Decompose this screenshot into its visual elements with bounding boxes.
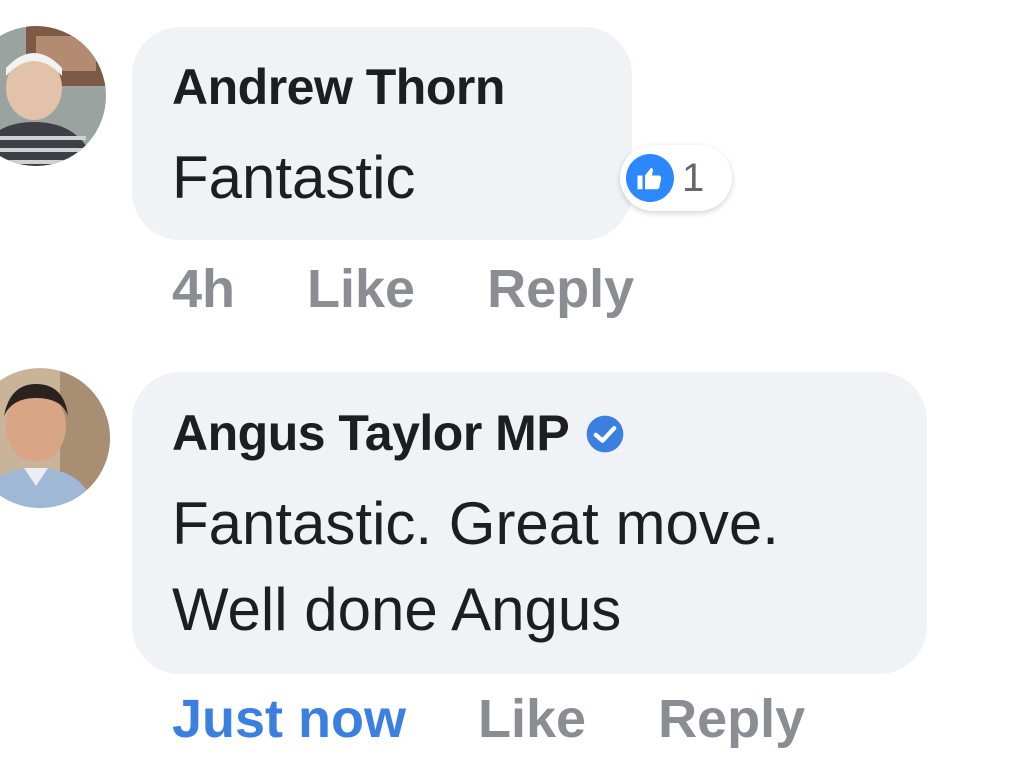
avatar-andrew-thorn[interactable] bbox=[0, 26, 106, 166]
comment-actions: Just now Like Reply bbox=[172, 688, 805, 750]
reply-button[interactable]: Reply bbox=[487, 258, 634, 320]
avatar-angus-taylor[interactable] bbox=[0, 368, 110, 508]
like-button[interactable]: Like bbox=[307, 258, 415, 320]
comment-timestamp[interactable]: 4h bbox=[172, 258, 235, 320]
reaction-count: 1 bbox=[682, 155, 705, 200]
comment-thread: Andrew Thorn Fantastic 1 4h Like Reply A… bbox=[0, 0, 1024, 767]
comment-timestamp[interactable]: Just now bbox=[172, 688, 406, 750]
comment-author[interactable]: Andrew Thorn bbox=[172, 58, 505, 116]
verified-badge-icon bbox=[585, 408, 625, 466]
comment-text-line-2: Well done Angus bbox=[172, 576, 622, 643]
reaction-summary[interactable]: 1 bbox=[620, 145, 732, 211]
thumbs-up-icon bbox=[626, 154, 674, 202]
like-button[interactable]: Like bbox=[478, 688, 586, 750]
comment-author: Angus Taylor MP bbox=[172, 404, 625, 466]
reply-button[interactable]: Reply bbox=[658, 688, 805, 750]
comment-actions: 4h Like Reply bbox=[172, 258, 634, 320]
comment-text-line-1: Fantastic. Great move. bbox=[172, 490, 779, 557]
comment-text: Fantastic bbox=[172, 144, 416, 211]
author-name[interactable]: Angus Taylor MP bbox=[172, 405, 570, 461]
